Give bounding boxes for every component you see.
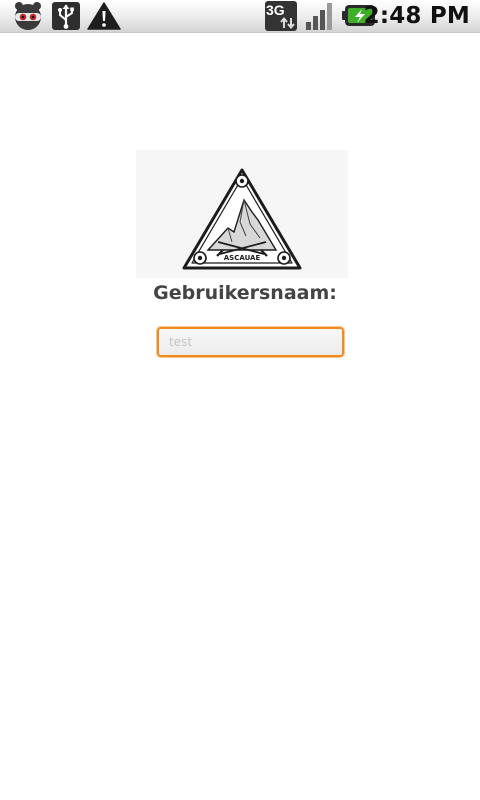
username-input[interactable] (157, 327, 344, 357)
status-clock: 2:48 PM (363, 3, 470, 29)
mountain-triangle-emblem: ASCAUAE (182, 168, 302, 270)
username-label: Gebruikersnaam: (153, 282, 337, 304)
logo-text: ASCAUAE (224, 254, 261, 262)
warning-icon[interactable] (86, 0, 122, 32)
signal-strength-icon (306, 3, 332, 30)
ninja-app-icon[interactable] (10, 0, 46, 32)
network-type-label: 3G (266, 2, 285, 18)
status-bar: 3G 2:48 PM (0, 0, 480, 33)
3g-data-icon: 3G (265, 1, 297, 31)
club-logo: ASCAUAE (136, 150, 348, 278)
usb-icon[interactable] (52, 0, 80, 32)
